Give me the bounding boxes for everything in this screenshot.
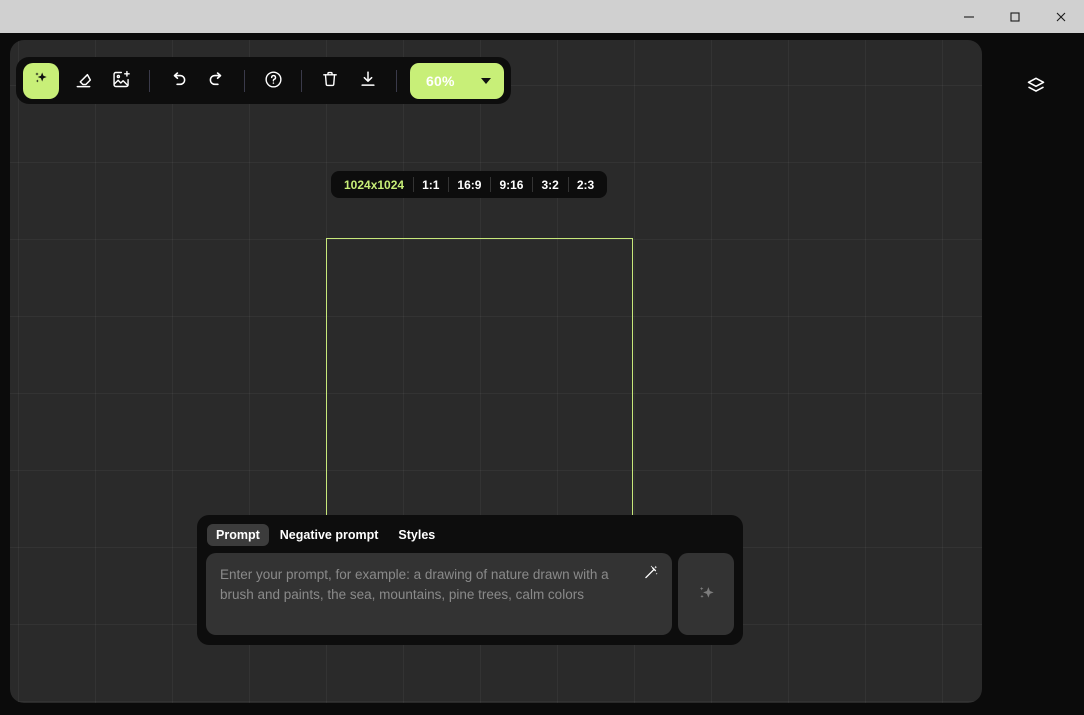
window-titlebar <box>0 0 1084 33</box>
tab-negative-prompt[interactable]: Negative prompt <box>271 524 388 546</box>
tab-styles[interactable]: Styles <box>389 524 444 546</box>
close-icon <box>1053 9 1069 25</box>
generate-button[interactable] <box>678 553 734 635</box>
redo-icon <box>206 69 227 93</box>
aspect-option-2-3[interactable]: 2:3 <box>567 174 603 195</box>
tool-redo-button[interactable] <box>197 62 235 100</box>
add-image-icon <box>111 69 132 93</box>
aspect-option-16-9[interactable]: 16:9 <box>448 174 490 195</box>
window-maximize-button[interactable] <box>992 0 1038 33</box>
aspect-option-9-16[interactable]: 9:16 <box>490 174 532 195</box>
layers-panel-button[interactable] <box>1020 72 1052 104</box>
toolbar-divider <box>149 69 150 92</box>
toolbar-divider <box>396 69 397 92</box>
zoom-level-value: 60% <box>426 72 455 89</box>
toolbar-divider <box>244 69 245 92</box>
prompt-panel: Prompt Negative prompt Styles Enter your… <box>197 515 743 645</box>
window-minimize-button[interactable] <box>946 0 992 33</box>
aspect-option-1024x1024[interactable]: 1024x1024 <box>335 174 413 195</box>
download-icon <box>358 69 378 92</box>
prompt-placeholder-text: Enter your prompt, for example: a drawin… <box>220 567 613 602</box>
tool-help-button[interactable] <box>254 62 292 100</box>
tool-download-button[interactable] <box>349 62 387 100</box>
tool-undo-button[interactable] <box>159 62 197 100</box>
eraser-icon <box>73 69 94 93</box>
magic-wand-icon <box>641 563 660 587</box>
trash-icon <box>320 69 340 92</box>
sparkle-icon <box>693 580 719 609</box>
window-close-button[interactable] <box>1038 0 1084 33</box>
app-root: 60% 1024x1024 1:1 16:9 9:16 3:2 2:3 Prom… <box>0 33 1084 715</box>
prompt-tab-list: Prompt Negative prompt Styles <box>206 524 734 546</box>
enhance-prompt-button[interactable] <box>639 564 661 586</box>
aspect-option-3-2[interactable]: 3:2 <box>532 174 567 195</box>
undo-icon <box>168 69 189 93</box>
tool-add-image-button[interactable] <box>102 62 140 100</box>
maximize-icon <box>1007 9 1023 25</box>
artboard-selection-frame[interactable] <box>326 238 633 547</box>
zoom-level-dropdown[interactable]: 60% <box>410 62 504 99</box>
tool-eraser-button[interactable] <box>64 62 102 100</box>
minimize-icon <box>961 9 977 25</box>
chevron-down-icon <box>481 77 491 84</box>
layers-icon <box>1025 75 1047 102</box>
main-toolbar: 60% <box>16 57 511 104</box>
tool-generate-button[interactable] <box>23 62 59 99</box>
aspect-ratio-selector: 1024x1024 1:1 16:9 9:16 3:2 2:3 <box>331 171 608 198</box>
tool-delete-button[interactable] <box>311 62 349 100</box>
toolbar-divider <box>301 69 302 92</box>
tab-prompt[interactable]: Prompt <box>207 524 269 546</box>
sparkle-icon <box>31 69 51 92</box>
aspect-option-1-1[interactable]: 1:1 <box>413 174 448 195</box>
help-circle-icon <box>263 69 284 93</box>
prompt-input[interactable]: Enter your prompt, for example: a drawin… <box>206 553 672 635</box>
prompt-input-row: Enter your prompt, for example: a drawin… <box>206 553 734 635</box>
